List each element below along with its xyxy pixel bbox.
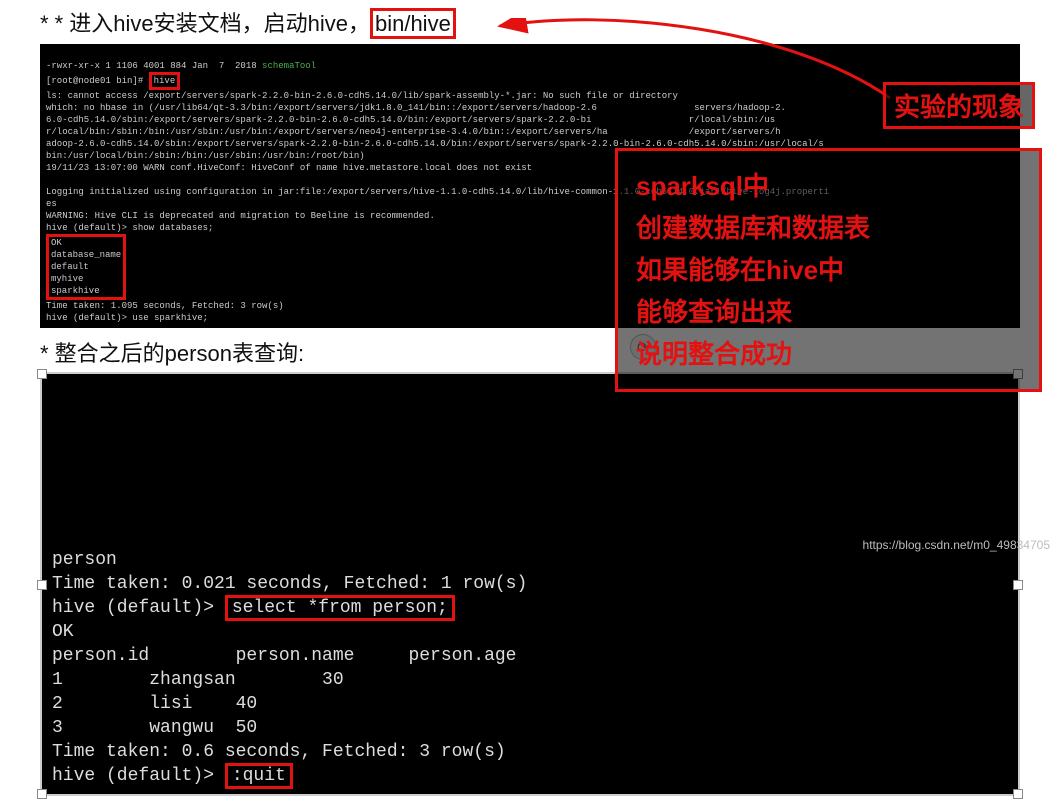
watermark: https://blog.csdn.net/m0_49834705	[863, 538, 1050, 552]
t1-l8: 19/11/23 13:07:00 WARN conf.HiveConf: Hi…	[46, 163, 532, 173]
t2-r1: Time taken: 0.021 seconds, Fetched: 1 ro…	[52, 574, 527, 594]
annotation-line-3: 如果能够在hive中	[636, 249, 1021, 291]
t1-l12: WARNING: Hive CLI is deprecated and migr…	[46, 211, 435, 221]
t1-l7: bin:/usr/local/bin:/sbin:/bin:/usr/sbin:…	[46, 151, 365, 161]
heading-1-prefix: * 进入hive安装文档，启动hive，	[55, 11, 370, 36]
annotation-box: sparksql中 创建数据库和数据表 如果能够在hive中 能够查询出来 说明…	[615, 148, 1042, 392]
terminal-person-query: person Time taken: 0.021 seconds, Fetche…	[40, 372, 1020, 796]
heading-1-highlight: bin/hive	[370, 8, 456, 39]
selection-handle[interactable]	[37, 789, 47, 799]
t1-l20: hive (default)> use sparkhive;	[46, 313, 208, 323]
t2-r4: person.id person.name person.age	[52, 646, 516, 666]
hive-cmd-highlight: hive	[149, 72, 181, 90]
annotation-line-4: 能够查询出来	[636, 291, 1021, 333]
annotation-line-2: 创建数据库和数据表	[636, 207, 1021, 249]
t1-l19: Time taken: 1.095 seconds, Fetched: 3 ro…	[46, 301, 284, 311]
t2-r2: hive (default)> select *from person;	[52, 595, 455, 621]
annotation-label: 实验的现象	[883, 82, 1035, 129]
t2-r5: 1 zhangsan 30	[52, 670, 344, 690]
t1-l5: r/local/bin:/sbin:/bin:/usr/sbin:/usr/bi…	[46, 127, 781, 137]
t1-l2: ls: cannot access /export/servers/spark-…	[46, 91, 678, 101]
t1-l0: -rwxr-xr-x 1 1106 4001 884 Jan 7 2018 sc…	[46, 61, 316, 71]
quit-highlight: :quit	[225, 763, 293, 789]
heading-1: ** 进入hive安装文档，启动hive，bin/hive	[0, 0, 1060, 44]
selection-handle[interactable]	[1013, 580, 1023, 590]
t2-r3: OK	[52, 622, 74, 642]
t1-l1: [root@node01 bin]# hive	[46, 76, 180, 86]
databases-box: OK database_name default myhive sparkhiv…	[46, 234, 126, 300]
t1-l11: es	[46, 199, 57, 209]
selection-handle[interactable]	[1013, 789, 1023, 799]
t2-r9: hive (default)> :quit	[52, 763, 293, 789]
t2-r7: 3 wangwu 50	[52, 718, 257, 738]
annotation-line-1: sparksql中	[636, 165, 1021, 207]
annotation-line-5: 说明整合成功	[636, 333, 1021, 375]
t1-l13: hive (default)> show databases;	[46, 223, 213, 233]
selection-handle[interactable]	[37, 369, 47, 379]
t2-r0: person	[52, 550, 117, 570]
t1-l4: 6.0-cdh5.14.0/sbin:/export/servers/spark…	[46, 115, 775, 125]
t2-r6: 2 lisi 40	[52, 694, 257, 714]
bullet-star: *	[40, 11, 49, 36]
t1-l3: which: no hbase in (/usr/lib64/qt-3.3/bi…	[46, 103, 786, 113]
t2-r8: Time taken: 0.6 seconds, Fetched: 3 row(…	[52, 742, 506, 762]
selection-handle[interactable]	[37, 580, 47, 590]
select-query-highlight: select *from person;	[225, 595, 455, 621]
